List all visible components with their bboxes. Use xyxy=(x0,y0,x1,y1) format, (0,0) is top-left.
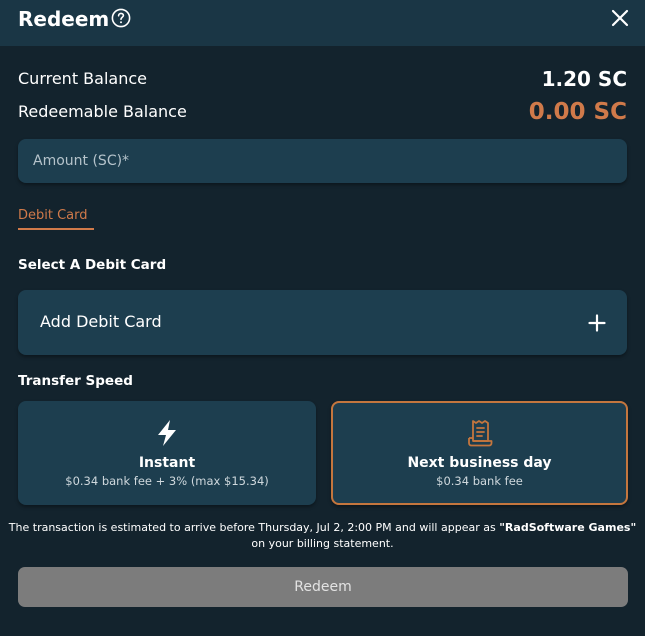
amount-input[interactable] xyxy=(18,139,627,183)
speed-option-fee: $0.34 bank fee + 3% (max $15.34) xyxy=(65,474,269,488)
speed-option-title: Next business day xyxy=(407,455,552,471)
close-icon[interactable] xyxy=(610,8,630,28)
lightning-bolt-icon xyxy=(158,420,176,446)
speed-option-next-business-day[interactable]: Next business day $0.34 bank fee xyxy=(331,401,628,505)
arrival-notice-text: The transaction is estimated to arrive b… xyxy=(8,521,500,534)
transfer-speed-heading: Transfer Speed xyxy=(18,373,133,389)
receipt-icon xyxy=(468,420,493,447)
add-debit-card-button[interactable]: Add Debit Card xyxy=(18,290,627,355)
modal-header: Redeem xyxy=(0,0,645,46)
add-debit-card-label: Add Debit Card xyxy=(40,312,162,331)
speed-option-fee: $0.34 bank fee xyxy=(436,474,523,488)
arrival-notice-text-2: on your billing statement. xyxy=(251,537,394,550)
speed-option-instant[interactable]: Instant $0.34 bank fee + 3% (max $15.34) xyxy=(18,401,316,505)
redeemable-balance-value: 0.00 SC xyxy=(528,99,627,125)
redeem-button[interactable]: Redeem xyxy=(18,567,628,607)
tab-debit-card[interactable]: Debit Card xyxy=(18,208,88,224)
merchant-name: "RadSoftware Games" xyxy=(499,521,637,534)
question-circle-icon[interactable] xyxy=(111,8,131,28)
plus-icon xyxy=(588,314,606,332)
redeemable-balance-label: Redeemable Balance xyxy=(18,102,187,121)
tab-active-indicator xyxy=(18,228,94,230)
modal-title: Redeem xyxy=(18,7,110,31)
current-balance-value: 1.20 SC xyxy=(541,67,627,91)
select-debit-card-heading: Select A Debit Card xyxy=(18,257,167,273)
arrival-notice: The transaction is estimated to arrive b… xyxy=(0,520,645,552)
speed-option-title: Instant xyxy=(138,455,196,471)
current-balance-label: Current Balance xyxy=(18,69,147,88)
